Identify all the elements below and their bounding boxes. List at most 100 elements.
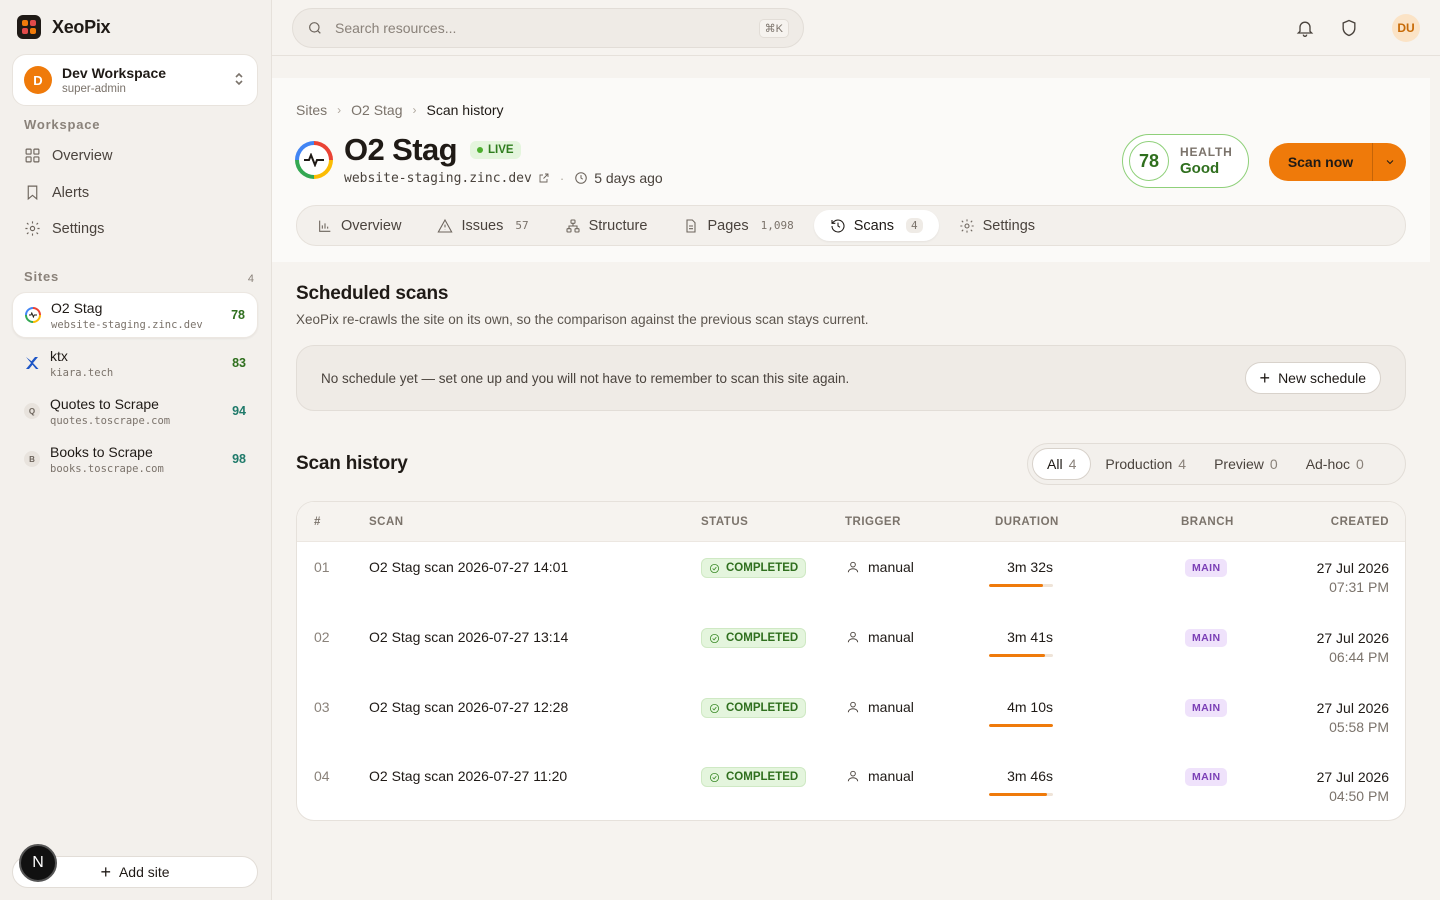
column-header: CREATED bbox=[1330, 516, 1389, 528]
table-row[interactable]: 04 O2 Stag scan 2026-07-27 11:20 COMPLET… bbox=[297, 751, 1405, 820]
site-name: Quotes to Scrape bbox=[50, 395, 159, 412]
filter-preview[interactable]: Preview 0 bbox=[1200, 448, 1292, 480]
topbar: Search resources... ⌘K DU bbox=[272, 0, 1440, 56]
user-icon bbox=[847, 701, 859, 713]
table-row[interactable]: 03 O2 Stag scan 2026-07-27 12:28 COMPLET… bbox=[297, 682, 1405, 752]
filter-label: All bbox=[1047, 456, 1063, 472]
site-url: quotes.toscrape.com bbox=[50, 414, 171, 427]
site-item-books[interactable]: B Books to Scrape books.toscrape.com 98 bbox=[12, 436, 258, 482]
nav-label: Overview bbox=[52, 147, 113, 164]
workspace-avatar: D bbox=[24, 66, 52, 94]
user-icon bbox=[847, 770, 859, 782]
created-time: 05:58 PM bbox=[1329, 719, 1389, 735]
filter-all[interactable]: All 4 bbox=[1032, 448, 1092, 480]
page-title: O2 Stag bbox=[344, 132, 458, 167]
filter-production[interactable]: Production 4 bbox=[1091, 448, 1200, 480]
site-item-o2-stag[interactable]: O2 Stag website-staging.zinc.dev 78 bbox=[12, 292, 258, 338]
nav-overview[interactable]: Overview bbox=[24, 147, 112, 164]
tab-count: 4 bbox=[906, 218, 923, 233]
check-circle-icon bbox=[709, 633, 720, 643]
table-row[interactable]: 01 O2 Stag scan 2026-07-27 14:01 COMPLET… bbox=[297, 542, 1405, 612]
tab-issues[interactable]: Issues 57 bbox=[421, 210, 544, 241]
new-schedule-button[interactable]: + New schedule bbox=[1244, 362, 1381, 394]
site-name: ktx bbox=[50, 347, 68, 364]
tab-scans[interactable]: Scans 4 bbox=[813, 210, 939, 241]
site-name: Books to Scrape bbox=[50, 443, 153, 460]
nav-alerts[interactable]: Alerts bbox=[24, 184, 89, 201]
chevron-right-icon: › bbox=[337, 103, 342, 117]
column-header: SCAN bbox=[369, 516, 404, 528]
site-url-link[interactable]: website-staging.zinc.dev bbox=[344, 171, 532, 186]
created-time: 06:44 PM bbox=[1329, 649, 1389, 665]
site-score: 94 bbox=[232, 404, 246, 418]
plus-icon: + bbox=[100, 862, 111, 882]
column-header: STATUS bbox=[701, 516, 749, 528]
site-name: O2 Stag bbox=[51, 299, 103, 316]
status-badge-label: LIVE bbox=[488, 144, 514, 156]
table-row[interactable]: 02 O2 Stag scan 2026-07-27 13:14 COMPLET… bbox=[297, 612, 1405, 682]
site-url-line: website-staging.zinc.dev · 5 days ago bbox=[344, 170, 663, 186]
breadcrumb-site[interactable]: O2 Stag bbox=[351, 102, 402, 118]
dev-tools-badge[interactable]: N bbox=[19, 844, 57, 882]
security-button[interactable] bbox=[1339, 18, 1359, 38]
health-badge[interactable]: 78 HEALTH Good bbox=[1122, 134, 1249, 188]
check-circle-icon bbox=[709, 703, 720, 713]
search-input[interactable]: Search resources... bbox=[335, 20, 759, 36]
scan-filter-tabs: All 4 Production 4 Preview 0 Ad-hoc 0 bbox=[1027, 443, 1406, 485]
scan-history-table: # SCAN STATUS TRIGGER DURATION BRANCH CR… bbox=[296, 501, 1406, 821]
scan-now-button[interactable]: Scan now bbox=[1269, 143, 1372, 181]
column-header: # bbox=[314, 516, 321, 528]
trigger: manual bbox=[846, 768, 914, 784]
duration-bar bbox=[989, 584, 1053, 587]
sites-count: 4 bbox=[247, 273, 254, 285]
document-icon bbox=[686, 218, 696, 233]
tab-overview[interactable]: Overview bbox=[301, 210, 417, 241]
external-link-icon[interactable] bbox=[538, 172, 550, 184]
notifications-button[interactable] bbox=[1295, 18, 1315, 38]
site-logo bbox=[295, 141, 333, 179]
brand[interactable]: XeoPix bbox=[17, 15, 111, 39]
duration: 3m 41s bbox=[1007, 629, 1053, 645]
trigger-label: manual bbox=[868, 629, 914, 645]
add-site-label: Add site bbox=[118, 864, 170, 880]
schedule-empty-text: No schedule yet — set one up and you wil… bbox=[321, 370, 850, 386]
breadcrumb-sites[interactable]: Sites bbox=[296, 102, 327, 118]
health-value: Good bbox=[1180, 160, 1220, 177]
site-header: Sites › O2 Stag › Scan history O2 Stag L… bbox=[272, 78, 1430, 262]
tab-settings[interactable]: Settings bbox=[943, 210, 1051, 241]
scan-history-title: Scan history bbox=[296, 453, 408, 474]
site-item-ktx[interactable]: ktx kiara.tech 83 bbox=[12, 340, 258, 386]
duration-bar-fill bbox=[989, 724, 1053, 727]
schedule-empty-state: No schedule yet — set one up and you wil… bbox=[296, 345, 1406, 411]
created-date: 27 Jul 2026 bbox=[1316, 700, 1389, 716]
chevron-right-icon: › bbox=[412, 103, 417, 117]
site-score: 98 bbox=[232, 452, 246, 466]
nav-settings[interactable]: Settings bbox=[24, 220, 104, 237]
column-header: BRANCH bbox=[1181, 516, 1234, 528]
scan-name[interactable]: O2 Stag scan 2026-07-27 11:20 bbox=[369, 768, 567, 784]
created-at: 27 Jul 2026 05:58 PM bbox=[1317, 699, 1389, 737]
tab-pages[interactable]: Pages 1,098 bbox=[667, 210, 809, 241]
user-avatar[interactable]: DU bbox=[1392, 14, 1420, 42]
scan-name[interactable]: O2 Stag scan 2026-07-27 14:01 bbox=[369, 559, 568, 575]
site-item-quotes[interactable]: Q Quotes to Scrape quotes.toscrape.com 9… bbox=[12, 388, 258, 434]
tab-structure[interactable]: Structure bbox=[549, 210, 664, 241]
trigger-label: manual bbox=[868, 768, 914, 784]
search-bar[interactable]: Search resources... ⌘K bbox=[292, 8, 804, 48]
scan-name[interactable]: O2 Stag scan 2026-07-27 13:14 bbox=[369, 629, 568, 645]
scan-number: 03 bbox=[314, 699, 330, 715]
last-scan-time: 5 days ago bbox=[574, 170, 663, 186]
workspace-role: super-admin bbox=[62, 83, 126, 95]
gear-icon bbox=[25, 221, 40, 236]
trigger: manual bbox=[846, 559, 914, 575]
workspace-switcher[interactable]: D Dev Workspace super-admin bbox=[12, 54, 258, 106]
workspace-name: Dev Workspace bbox=[62, 65, 167, 81]
scan-options-dropdown[interactable] bbox=[1372, 143, 1406, 181]
filter-adhoc[interactable]: Ad-hoc 0 bbox=[1292, 448, 1378, 480]
status-badge: COMPLETED bbox=[701, 698, 807, 718]
scan-name[interactable]: O2 Stag scan 2026-07-27 12:28 bbox=[369, 699, 568, 715]
tab-label: Pages bbox=[707, 217, 749, 234]
health-score: 78 bbox=[1129, 141, 1169, 181]
sites-section-label: Sites bbox=[24, 269, 60, 284]
created-date: 27 Jul 2026 bbox=[1316, 769, 1389, 785]
